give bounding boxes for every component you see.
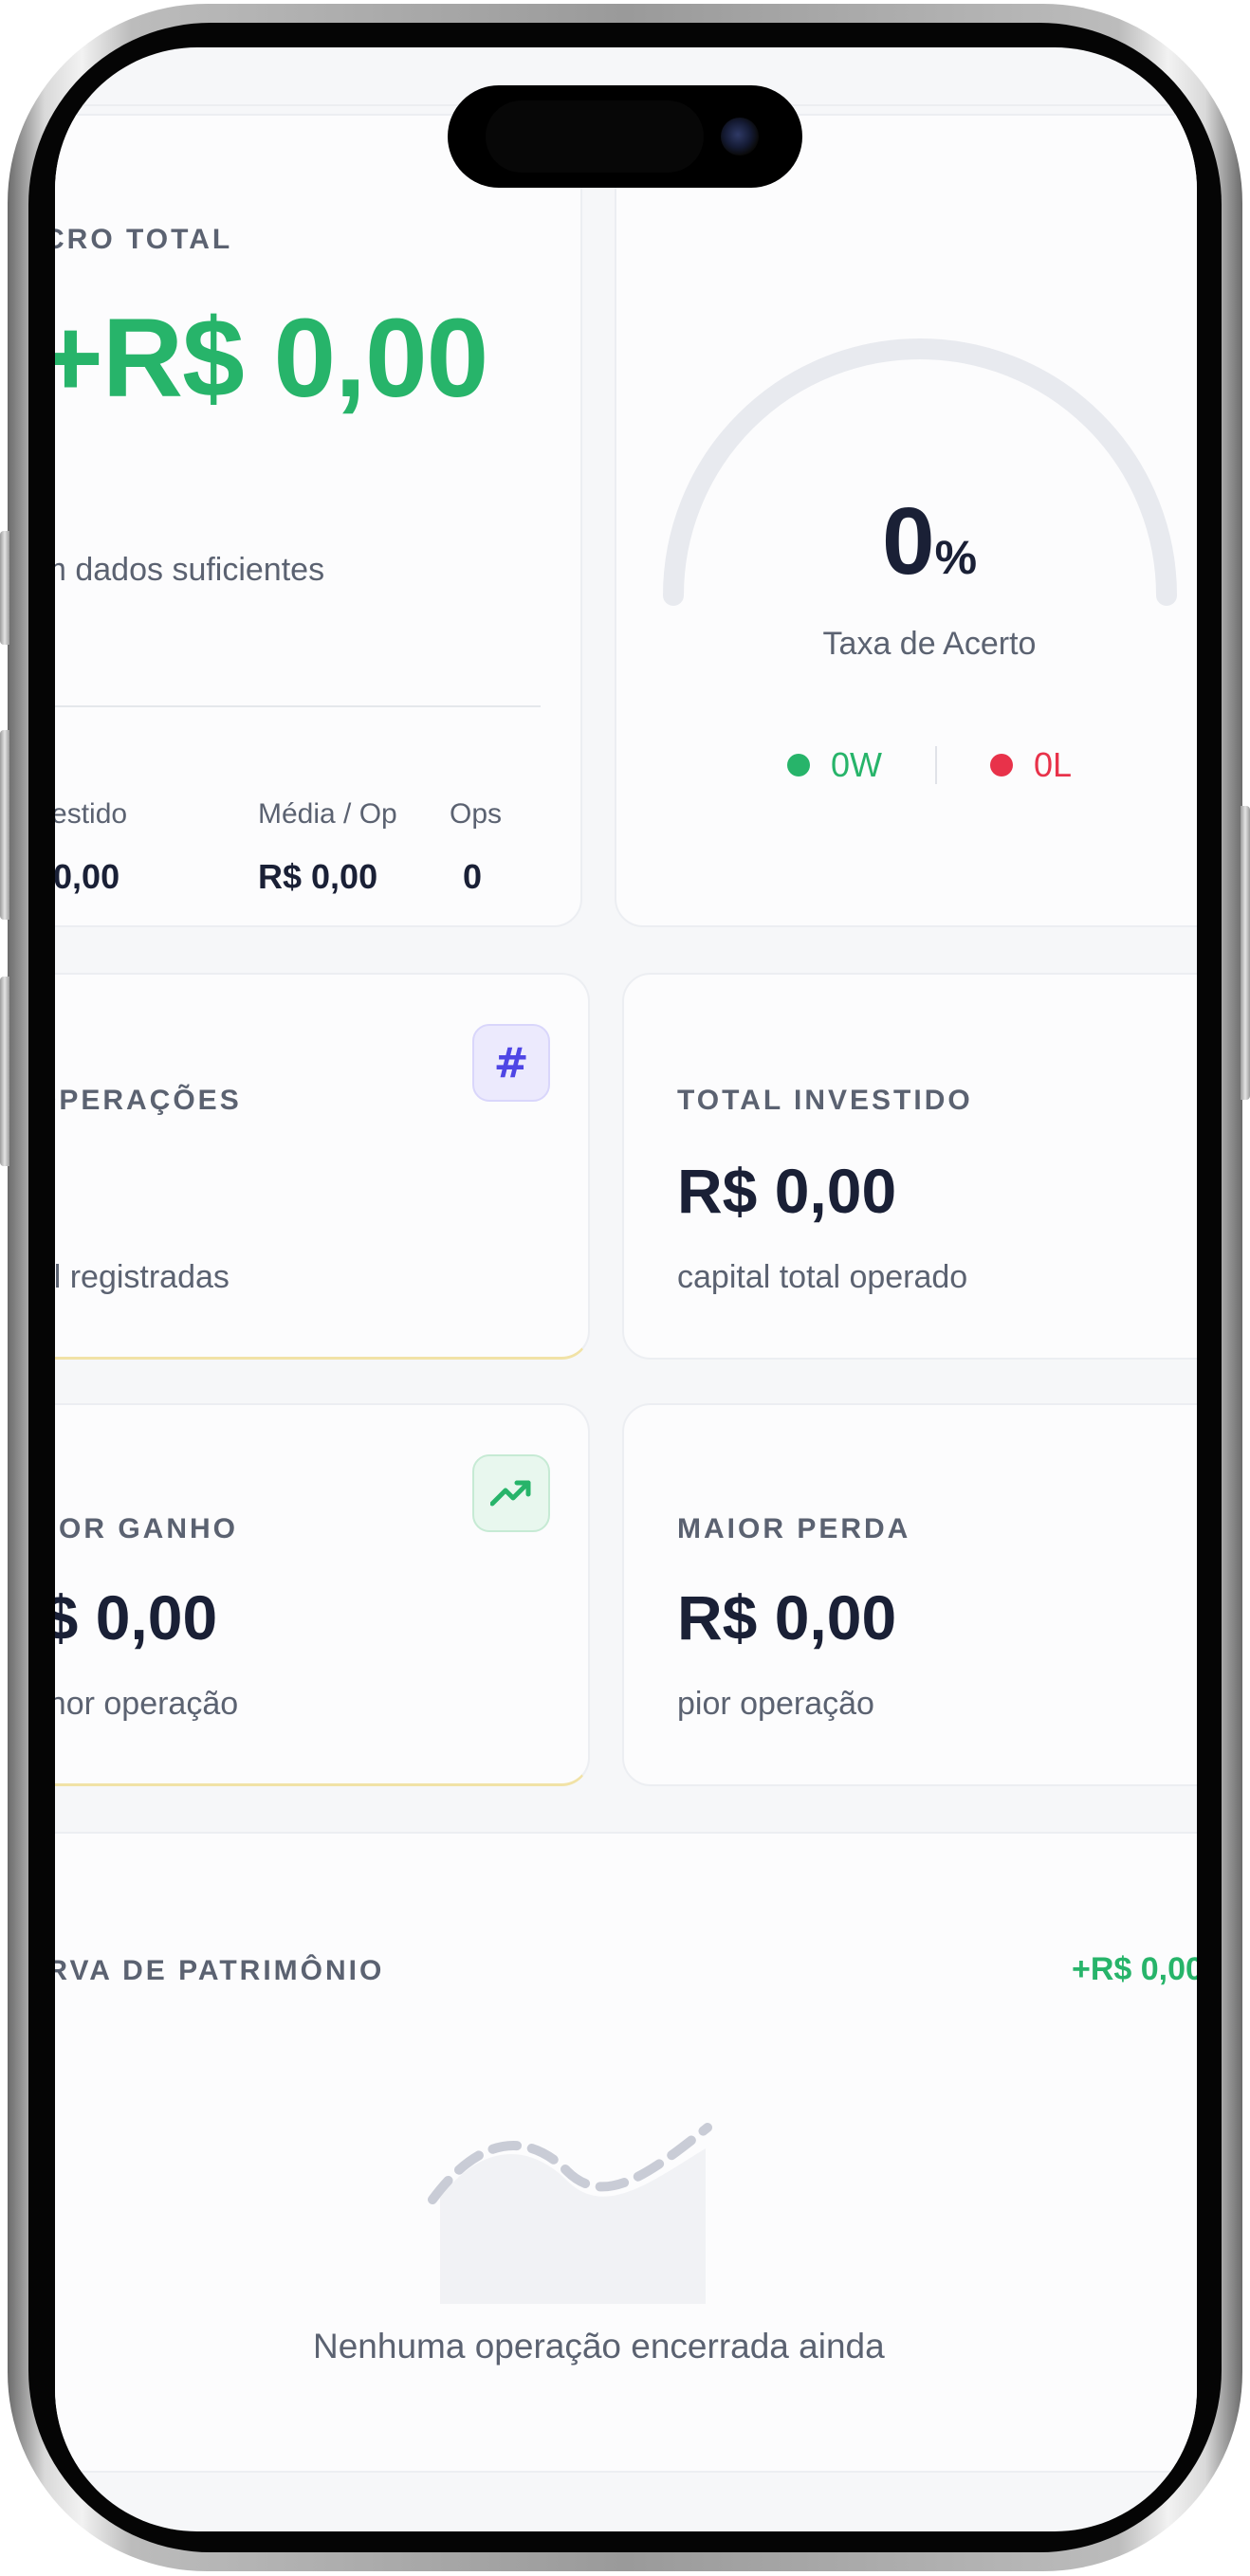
win-rate-card: 0% Taxa de Acerto 0W 0L <box>615 114 1197 927</box>
volume-down-button <box>0 977 9 1166</box>
stat-label-average: Média / Op <box>258 798 397 830</box>
kpi-label-total-invested: TOTAL INVESTIDO <box>677 1085 973 1116</box>
stat-value-average: R$ 0,00 <box>258 857 378 896</box>
kpi-card-total-invested: TOTAL INVESTIDO R$ 0,00 capital total op… <box>622 973 1197 1360</box>
losses-count: 0L <box>1033 745 1073 784</box>
win-rate-sign: % <box>934 531 978 584</box>
stat-label-invested: Investido <box>55 798 128 830</box>
kpi-card-biggest-gain: MAIOR GANHO R$ 0,00 melhor operação <box>55 1403 590 1786</box>
wins-count: 0W <box>830 745 882 784</box>
kpi-caption-operations: total registradas <box>55 1259 230 1295</box>
power-button <box>1241 806 1250 1100</box>
win-loss-summary: 0W 0L <box>616 741 1197 789</box>
profit-note: Sem dados suficientes <box>55 552 325 588</box>
kpi-caption-biggest-loss: pior operação <box>677 1686 874 1722</box>
win-rate-caption: Taxa de Acerto <box>822 626 1037 662</box>
stat-value-ops: 0 <box>463 857 483 896</box>
kpi-label-biggest-gain: MAIOR GANHO <box>55 1513 238 1544</box>
island-sensor <box>486 100 704 173</box>
volume-up-button <box>0 730 9 920</box>
wins-dot <box>786 754 810 776</box>
app-screen: LUCRO TOTAL +R$ 0,00 Sem dados suficient… <box>55 47 1197 2531</box>
equity-curve-label: CURVA DE PATRIMÔNIO <box>55 1955 385 1986</box>
kpi-card-biggest-loss: MAIOR PERDA R$ 0,00 pior operação <box>622 1403 1197 1786</box>
equity-curve-total: +R$ 0,00 <box>1072 1951 1197 1987</box>
action-button <box>0 531 9 645</box>
kpi-caption-biggest-gain: melhor operação <box>55 1686 239 1722</box>
kpi-label-biggest-loss: MAIOR PERDA <box>677 1513 911 1544</box>
hash-icon: # <box>472 1024 550 1102</box>
front-camera-icon <box>721 118 759 155</box>
kpi-label-operations: OPERAÇÕES <box>55 1085 242 1116</box>
win-rate-percent: 0% <box>616 487 1197 596</box>
kpi-value-biggest-loss: R$ 0,00 <box>677 1582 897 1653</box>
kpi-card-operations: OPERAÇÕES # 0 total registradas <box>55 973 590 1360</box>
trending-up-icon <box>472 1454 550 1532</box>
equity-curve-card: CURVA DE PATRIMÔNIO +R$ 0,00 Nenhuma ope… <box>55 1832 1197 2473</box>
losses-dot <box>989 754 1013 776</box>
dynamic-island <box>448 85 802 188</box>
kpi-value-biggest-gain: R$ 0,00 <box>55 1582 218 1653</box>
stat-value-invested: R$ 0,00 <box>55 857 120 896</box>
equity-curve-empty-message: Nenhuma operação encerrada ainda <box>313 2327 885 2366</box>
kpi-caption-total-invested: capital total operado <box>677 1259 968 1295</box>
stat-label-ops: Ops <box>450 798 503 830</box>
profit-divider <box>55 705 541 707</box>
profit-card: LUCRO TOTAL +R$ 0,00 Sem dados suficient… <box>55 114 582 927</box>
profit-label: LUCRO TOTAL <box>55 224 233 255</box>
profit-value: +R$ 0,00 <box>55 296 488 421</box>
win-rate-value: 0 <box>881 488 935 594</box>
kpi-value-total-invested: R$ 0,00 <box>677 1156 897 1226</box>
win-loss-divider <box>934 746 937 784</box>
empty-chart-illustration <box>428 2123 712 2304</box>
